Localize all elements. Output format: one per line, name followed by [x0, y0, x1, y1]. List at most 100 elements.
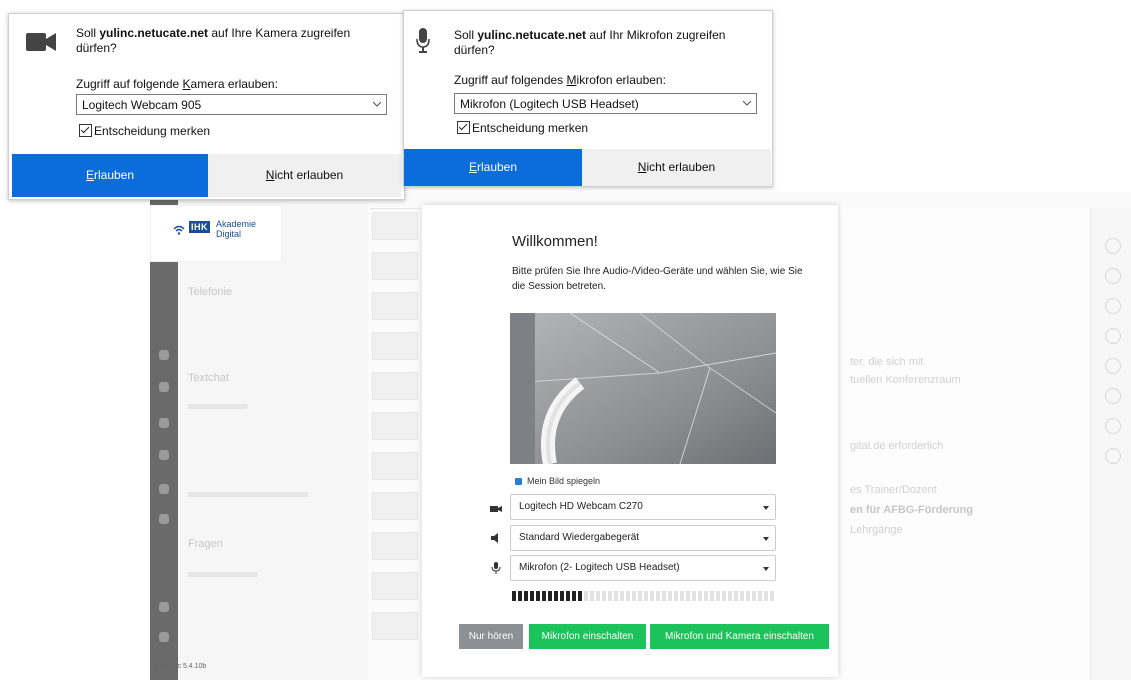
ihk-logo-card: IHK Akademie Digital [150, 205, 282, 262]
microphone-site: yulinc.netucate.net [477, 28, 587, 42]
welcome-title: Willkommen! [512, 233, 598, 250]
thumbnail [372, 252, 418, 280]
microphone-allow-button[interactable]: Erlauben [404, 149, 582, 186]
camera-device-select[interactable]: Logitech Webcam 905 [76, 94, 387, 115]
level-segment [632, 591, 636, 601]
telefonie-heading: Telefonie [188, 286, 233, 298]
level-segment [524, 591, 528, 601]
level-segment [584, 591, 588, 601]
level-segment [746, 591, 750, 601]
camera-permission-dialog: Soll yulinc.netucate.net auf Ihre Kamera… [8, 13, 405, 200]
camera-icon [26, 33, 56, 51]
slide-text-line: en für AFBG-Förderung [850, 504, 974, 516]
thumbnail [372, 572, 418, 600]
camera-allow-button[interactable]: Erlauben [12, 154, 208, 197]
level-segment [536, 591, 540, 601]
caret-down-icon [763, 506, 769, 510]
camera-device-select[interactable]: Logitech HD Webcam C270 [510, 494, 776, 520]
camera-device-label: Zugriff auf folgende Kamera erlauben: [76, 77, 278, 91]
rail-settings-icon [159, 602, 169, 612]
fragen-item [188, 572, 258, 577]
slide-text-line: es Trainer/Dozent [850, 484, 937, 496]
fragen-heading: Fragen [188, 538, 223, 550]
level-segment [734, 591, 738, 601]
thumbnail [372, 372, 418, 400]
camera-device-value: Logitech HD Webcam C270 [519, 501, 643, 512]
wifi-icon [173, 225, 185, 235]
level-segment [740, 591, 744, 601]
level-segment [602, 591, 606, 601]
level-segment [542, 591, 546, 601]
microphone-permission-dialog: Soll yulinc.netucate.net auf Ihr Mikrofo… [403, 10, 773, 187]
microphone-remember-checkbox[interactable]: Entscheidung merken [457, 121, 588, 135]
thumbnail [372, 332, 418, 360]
microphone-deny-button[interactable]: Nicht erlauben [582, 149, 771, 186]
checkbox-checked-icon [79, 124, 92, 137]
chat-input [188, 492, 308, 497]
speaker-device-value: Standard Wiedergabegerät [519, 532, 640, 543]
level-segment [770, 591, 774, 601]
level-segment [560, 591, 564, 601]
welcome-modal: Willkommen! Bitte prüfen Sie Ihre Audio-… [422, 205, 838, 677]
microphone-device-value: Mikrofon (Logitech USB Headset) [460, 97, 639, 111]
microphone-device-select[interactable]: Mikrofon (2- Logitech USB Headset) [510, 555, 776, 581]
level-segment [728, 591, 732, 601]
rail-share-icon [159, 350, 169, 360]
thumbnail [372, 532, 418, 560]
app-right-toolbar [1090, 208, 1131, 680]
welcome-description: Bitte prüfen Sie Ihre Audio-/Video-Gerät… [512, 266, 803, 292]
microphone-device-select[interactable]: Mikrofon (Logitech USB Headset) [454, 93, 757, 114]
thumbnail [372, 452, 418, 480]
ihk-badge: IHK [189, 221, 210, 233]
chevron-down-icon [743, 100, 751, 106]
camera-deny-button[interactable]: Nicht erlauben [208, 154, 401, 197]
camera-device-value: Logitech Webcam 905 [82, 98, 202, 112]
caret-down-icon [763, 567, 769, 571]
chat-item [188, 404, 248, 409]
caret-down-icon [763, 537, 769, 541]
camera-remember-checkbox[interactable]: Entscheidung merken [79, 124, 210, 138]
thumbnail [372, 612, 418, 640]
chevron-down-icon [373, 101, 381, 107]
microphone-camera-on-button[interactable]: Mikrofon und Kamera einschalten [650, 624, 829, 649]
level-segment [722, 591, 726, 601]
toolbar-button [1105, 268, 1121, 284]
ihk-line-2: Digital [216, 229, 242, 239]
level-segment [626, 591, 630, 601]
level-segment [704, 591, 708, 601]
ihk-wordmark: Akademie Digital [216, 219, 256, 239]
level-segment [764, 591, 768, 601]
toolbar-button [1105, 388, 1121, 404]
thumbnail [372, 292, 418, 320]
level-segment [530, 591, 534, 601]
rail-tools-icon [159, 382, 169, 392]
thumbnail [372, 212, 418, 240]
level-segment [614, 591, 618, 601]
level-segment [752, 591, 756, 601]
listen-only-button[interactable]: Nur hören [459, 624, 523, 649]
toolbar-button [1105, 328, 1121, 344]
ihk-line-1: Akademie [216, 219, 257, 229]
checkbox-checked-icon [515, 478, 522, 485]
level-segment [572, 591, 576, 601]
rail-exit-icon [159, 632, 169, 642]
thumbnail [372, 412, 418, 440]
level-segment [692, 591, 696, 601]
slide-text-line: ter, die sich mit [850, 356, 924, 368]
level-segment [554, 591, 558, 601]
mirror-checkbox[interactable]: Mein Bild spiegeln [515, 476, 600, 486]
checkbox-checked-icon [457, 121, 470, 134]
level-segment [680, 591, 684, 601]
microphone-icon [416, 28, 430, 53]
level-segment [566, 591, 570, 601]
level-segment [686, 591, 690, 601]
microphone-on-button[interactable]: Mikrofon einschalten [529, 624, 646, 649]
toolbar-button [1105, 298, 1121, 314]
speaker-device-select[interactable]: Standard Wiedergabegerät [510, 525, 776, 551]
level-segment [668, 591, 672, 601]
level-segment [698, 591, 702, 601]
camera-question: Soll yulinc.netucate.net auf Ihre Kamera… [76, 26, 351, 55]
slide-text-line: gital.de erforderlich [850, 440, 944, 452]
level-segment [662, 591, 666, 601]
level-segment [596, 591, 600, 601]
